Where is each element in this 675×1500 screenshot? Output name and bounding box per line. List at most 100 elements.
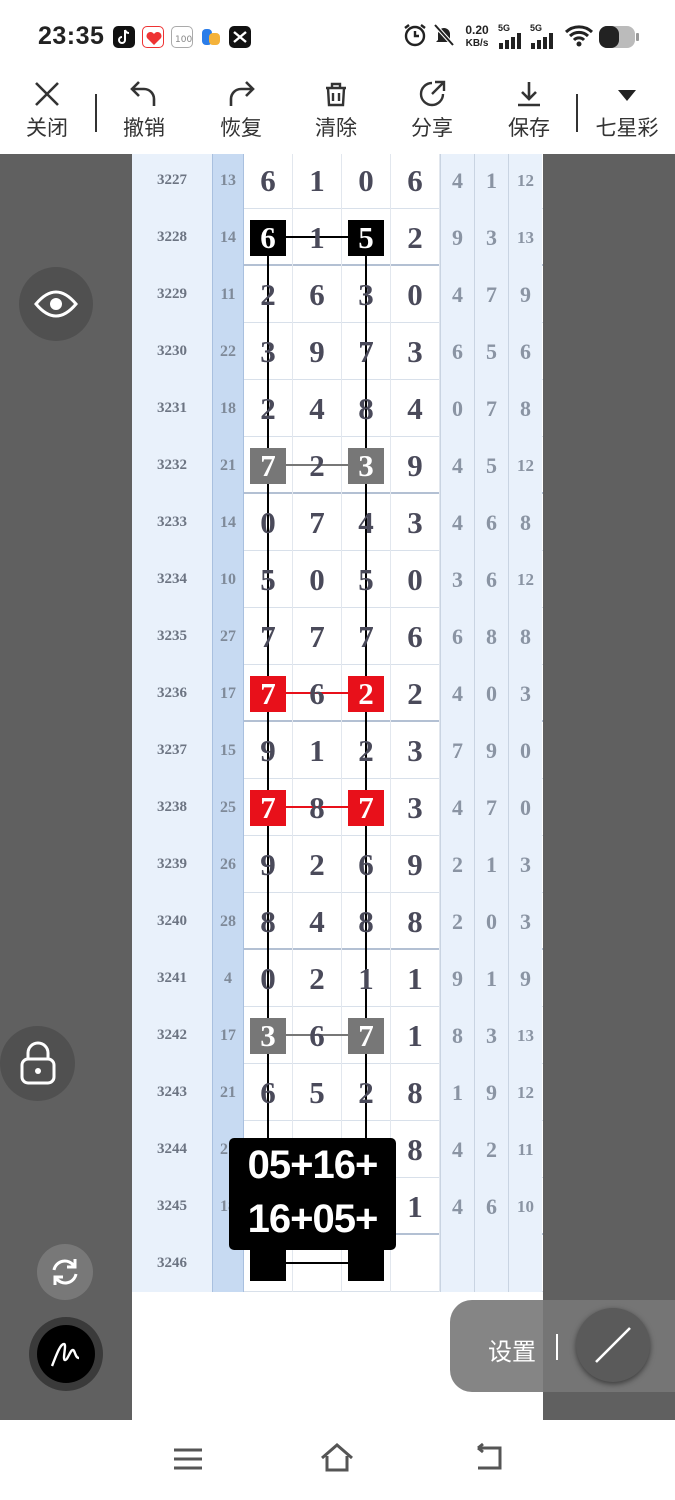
marked-digit-cell: 6 [244,209,293,266]
digit-sum: 17 [212,1007,244,1064]
digit-value: 7 [250,448,286,484]
digit-value: 1 [309,733,325,768]
digit-value: 1 [407,961,423,996]
eye-button[interactable] [19,267,93,341]
settings-divider [556,1334,558,1360]
digit-value [250,1245,286,1281]
navigation-bar [0,1420,675,1500]
stat-cell: 9 [508,950,542,1007]
digit-cell: 8 [391,1064,440,1121]
stat-cell: 9 [440,209,474,266]
back-icon [477,1442,502,1470]
stat-cell: 4 [440,1121,474,1178]
table-row: 3233 14 0 7 4 3 4 6 8 [132,494,543,551]
share-icon [419,80,446,107]
table-row: 3242 17 3 6 7 1 8 3 13 [132,1007,543,1064]
digit-cell: 6 [293,1007,342,1064]
signal-2-label: 5G [530,23,543,33]
stat-cell: 3 [508,665,542,722]
digit-cell: 3 [391,494,440,551]
digit-value: 3 [407,790,423,825]
digit-value [348,1245,384,1281]
table-row: 3243 21 6 5 2 8 1 9 12 [132,1064,543,1121]
digit-sum: 4 [212,950,244,1007]
back-nav-button[interactable] [472,1442,504,1479]
digit-cell: 2 [244,380,293,437]
issue-number: 3227 [132,154,212,209]
home-nav-button[interactable] [319,1442,355,1479]
settings-button[interactable]: 设置 [488,1332,536,1367]
wifi-icon [564,24,594,53]
redo-button[interactable]: 恢复 [201,78,281,150]
share-button[interactable]: 分享 [392,78,472,150]
drawing-toolbar: 关闭 撤销 恢复 清除 分享 保存 七星彩 [0,72,675,154]
digit-value: 9 [260,847,276,882]
digit-sum: 25 [212,779,244,836]
table-row: 3229 11 2 6 3 0 4 7 9 [132,266,543,323]
stat-cell: 3 [508,893,542,950]
table-row: 3239 26 9 2 6 9 2 1 3 [132,836,543,893]
digit-cell: 9 [244,722,293,779]
digit-value: 1 [309,220,325,255]
stat-cell: 3 [474,1007,508,1064]
digit-value: 0 [358,163,374,198]
table-row: 3240 28 8 4 8 8 2 0 3 [132,893,543,950]
stat-cell: 5 [474,437,508,494]
digit-value: 8 [358,904,374,939]
digit-cell: 0 [293,551,342,608]
digit-value: 5 [260,562,276,597]
digit-value: 3 [358,277,374,312]
line-tool-button[interactable] [576,1308,650,1382]
marked-digit-cell: 7 [342,1007,391,1064]
brush-button[interactable] [29,1317,103,1391]
digit-cell: 6 [391,154,440,209]
stat-cell: 9 [474,722,508,779]
digit-value: 6 [260,1075,276,1110]
menu-nav-button[interactable] [172,1442,204,1479]
undo-button[interactable]: 撤销 [104,78,184,150]
close-label: 关闭 [26,117,68,140]
stat-cell: 13 [508,1007,542,1064]
table-row: 3236 17 7 6 2 2 4 0 3 [132,665,543,722]
table-row: 3232 21 7 2 3 9 4 5 12 [132,437,543,494]
digit-cell: 1 [391,1178,440,1235]
issue-number: 3242 [132,1007,212,1064]
close-button[interactable]: 关闭 [7,78,87,150]
digit-sum: 28 [212,893,244,950]
digit-value: 6 [260,163,276,198]
digit-value: 8 [358,391,374,426]
issue-number: 3232 [132,437,212,494]
stat-cell: 8 [474,608,508,665]
refresh-button[interactable] [37,1244,93,1300]
signal-2-icon: 5G [530,24,556,54]
digit-cell: 7 [342,608,391,665]
digit-cell: 8 [391,893,440,950]
lock-button[interactable] [0,1026,75,1101]
lottery-select-button[interactable]: 七星彩 [587,78,667,150]
stat-cell: 6 [474,1178,508,1235]
digit-sum: 21 [212,1064,244,1121]
clear-button[interactable]: 清除 [296,78,376,150]
digit-cell: 2 [244,266,293,323]
digit-value: 2 [358,1075,374,1110]
close-icon [35,82,59,106]
stat-cell [508,1235,542,1292]
refresh-icon [52,1259,78,1285]
stat-cell: 7 [440,722,474,779]
toolbar-divider [576,94,578,132]
digit-value: 7 [309,619,325,654]
marked-digit-cell: 3 [342,437,391,494]
digit-value: 7 [348,1018,384,1054]
save-button[interactable]: 保存 [489,78,569,150]
digit-value: 5 [309,1075,325,1110]
marked-digit-cell: 7 [244,437,293,494]
digit-value: 1 [358,961,374,996]
digit-cell: 8 [342,380,391,437]
mute-bell-icon [431,22,457,53]
stat-cell: 3 [440,551,474,608]
marked-digit-cell: 5 [342,209,391,266]
digit-value: 3 [348,448,384,484]
digit-cell: 7 [293,494,342,551]
digit-value: 6 [407,619,423,654]
digit-value: 6 [309,277,325,312]
